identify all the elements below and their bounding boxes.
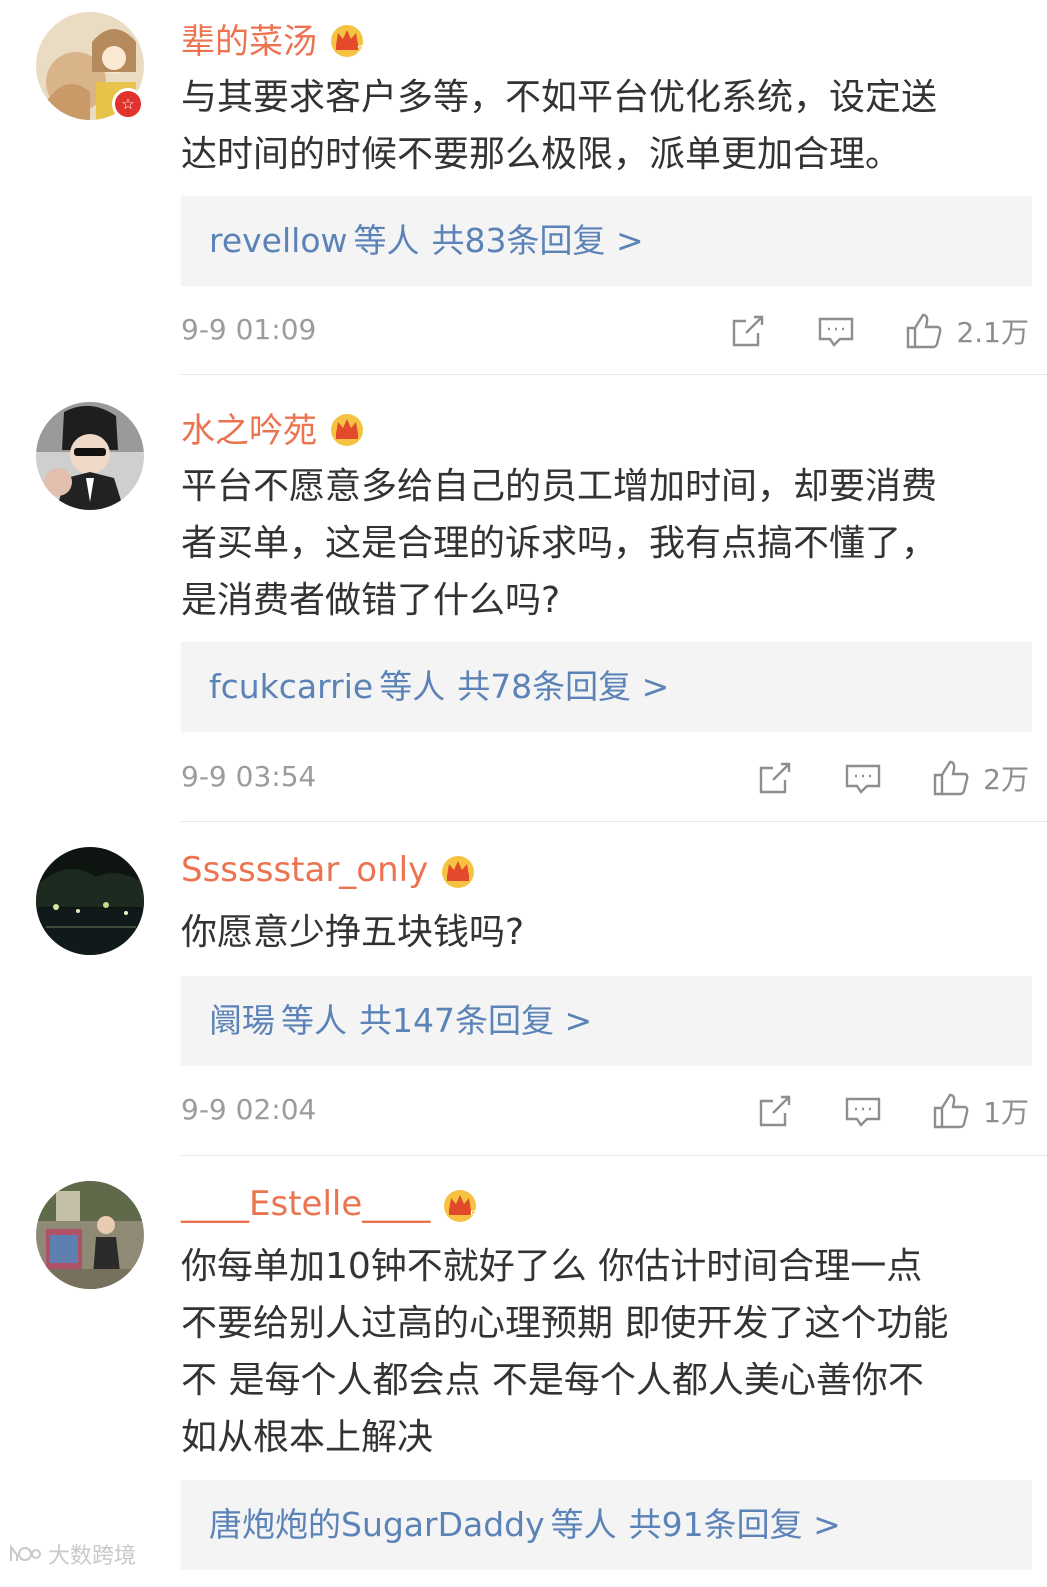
- reply-count-link[interactable]: 共147条回复 >: [359, 1001, 592, 1040]
- avatar[interactable]: [36, 847, 144, 955]
- reply-mid: 等人: [353, 221, 420, 260]
- crown-icon: 5: [440, 1184, 480, 1224]
- reply-summary[interactable]: revellow 等人 共83条回复 >: [181, 196, 1032, 286]
- watermark: 大数跨境: [8, 1538, 136, 1570]
- divider: [181, 374, 1047, 375]
- reply-summary[interactable]: 阛瑒 等人 共147条回复 >: [181, 976, 1032, 1066]
- like-count: 1万: [983, 1096, 1029, 1129]
- comment-content: 与其要求客户多等，不如平台优化系统，设定送 达时间的时候不要那么极限，派单更加合…: [181, 69, 1026, 183]
- reply-user[interactable]: fcukcarrie: [209, 667, 373, 706]
- crown-icon: [327, 408, 367, 448]
- comment-actions: 2万: [707, 753, 1029, 803]
- like-icon[interactable]: [931, 1091, 971, 1131]
- watermark-text: 大数跨境: [48, 1544, 137, 1569]
- like-count: 2.1万: [956, 316, 1029, 349]
- reply-count-link[interactable]: 共83条回复 >: [432, 221, 644, 260]
- content-line: 不要给别人过高的心理预期 即使开发了这个功能: [181, 1303, 949, 1344]
- comment-icon[interactable]: [843, 1091, 883, 1131]
- comment-username[interactable]: ____Estelle____ 5: [181, 1184, 480, 1224]
- avatar[interactable]: [36, 402, 144, 510]
- crown-level: 3: [357, 43, 364, 57]
- verified-badge-icon: ☆: [112, 88, 144, 120]
- content-line: 是消费者做错了什么吗?: [181, 580, 561, 621]
- content-line: 如从根本上解决: [181, 1417, 434, 1458]
- divider: [181, 1155, 1047, 1156]
- crown-level: 5: [470, 1208, 477, 1222]
- like-count: 2万: [983, 763, 1029, 796]
- comment-actions: 1万: [707, 1086, 1029, 1136]
- reply-summary[interactable]: 唐炮炮的SugarDaddy 等人 共91条回复 >: [181, 1480, 1032, 1570]
- reply-count-link[interactable]: 共78条回复 >: [457, 667, 669, 706]
- username-text[interactable]: ____Estelle____: [181, 1184, 430, 1224]
- comment-username[interactable]: 辈的菜汤 3: [181, 14, 367, 63]
- reply-user[interactable]: 唐炮炮的SugarDaddy: [209, 1505, 545, 1544]
- username-text[interactable]: 水之吟苑: [181, 403, 317, 452]
- content-line: 达时间的时候不要那么极限，派单更加合理。: [181, 134, 902, 175]
- comment-feed: ☆ 辈的菜汤 3 与其要求客户多等，不如平台优化系统，设定送 达时间的时候不要那…: [0, 0, 1047, 1587]
- reply-mid: 等人: [281, 1001, 347, 1040]
- content-line: 你愿意少挣五块钱吗?: [181, 912, 525, 953]
- reply-user[interactable]: revellow: [209, 221, 348, 260]
- comment-content: 平台不愿意多给自己的员工增加时间，却要消费 者买单，这是合理的诉求吗，我有点搞不…: [181, 458, 1026, 629]
- comment-username[interactable]: 水之吟苑: [181, 403, 367, 452]
- like-icon[interactable]: [904, 311, 944, 351]
- comment-actions: 2.1万: [680, 306, 1029, 356]
- comment-icon[interactable]: [816, 311, 856, 351]
- avatar[interactable]: [36, 1181, 144, 1289]
- comment-time: 9-9 02:04: [181, 1093, 317, 1126]
- content-line: 与其要求客户多等，不如平台优化系统，设定送: [181, 77, 938, 118]
- watermark-logo-icon: [10, 1544, 41, 1561]
- crown-icon: [438, 850, 478, 890]
- comment-content: 你愿意少挣五块钱吗?: [181, 904, 1026, 961]
- reply-mid: 等人: [550, 1505, 617, 1544]
- share-icon[interactable]: [755, 1091, 795, 1131]
- reply-count-link[interactable]: 共91条回复 >: [629, 1505, 841, 1544]
- username-text[interactable]: Sssssstar_only: [181, 850, 428, 890]
- comment-content: 你每单加10钟不就好了么 你估计时间合理一点 不要给别人过高的心理预期 即使开发…: [181, 1238, 1026, 1466]
- content-line: 平台不愿意多给自己的员工增加时间，却要消费: [181, 466, 938, 507]
- share-icon[interactable]: [755, 758, 795, 798]
- share-icon[interactable]: [728, 311, 768, 351]
- comment-time: 9-9 01:09: [181, 313, 317, 346]
- username-text[interactable]: 辈的菜汤: [181, 14, 317, 63]
- content-line: 你每单加10钟不就好了么 你估计时间合理一点: [181, 1246, 923, 1287]
- content-line: 不 是每个人都会点 不是每个人都人美心善你不: [181, 1360, 924, 1401]
- content-line: 者买单，这是合理的诉求吗，我有点搞不懂了，: [181, 523, 938, 564]
- like-icon[interactable]: [931, 758, 971, 798]
- reply-user[interactable]: 阛瑒: [209, 1001, 275, 1040]
- reply-summary[interactable]: fcukcarrie 等人 共78条回复 >: [181, 642, 1032, 732]
- comment-time: 9-9 03:54: [181, 760, 317, 793]
- divider: [181, 821, 1047, 822]
- reply-mid: 等人: [379, 667, 446, 706]
- comment-username[interactable]: Sssssstar_only: [181, 850, 478, 890]
- comment-icon[interactable]: [843, 758, 883, 798]
- crown-icon: 3: [327, 19, 367, 59]
